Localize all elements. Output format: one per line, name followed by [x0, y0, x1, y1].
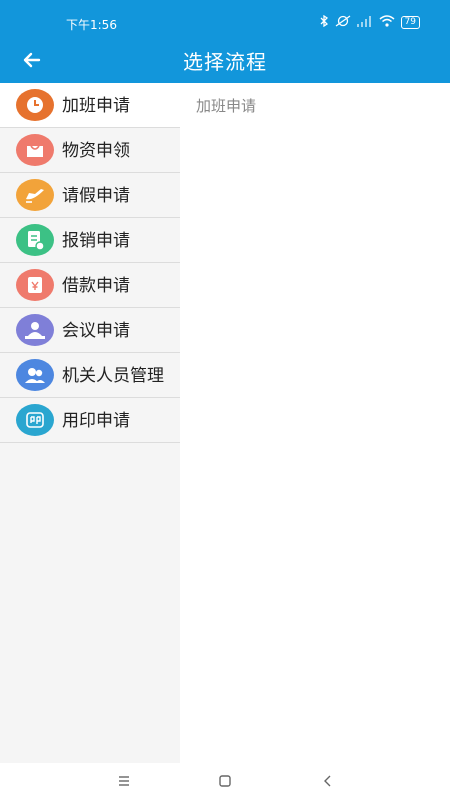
app-bar: 选择流程 — [0, 38, 450, 83]
sidebar-item-label: 会议申请 — [62, 320, 130, 341]
money-envelope-icon — [16, 269, 54, 301]
battery-icon: 79 — [400, 16, 420, 29]
stamp-icon — [16, 404, 54, 436]
meeting-icon — [16, 314, 54, 346]
alarm-off-icon — [335, 15, 351, 30]
sidebar: 加班申请 物资申领 请假申请 报销申请 借款申请 会议申请 机关人员管理 用印申… — [0, 83, 180, 763]
clock-icon — [16, 89, 54, 121]
people-icon — [16, 359, 54, 391]
sidebar-item-label: 物资申领 — [62, 140, 130, 161]
bag-icon — [16, 134, 54, 166]
sidebar-item-leave[interactable]: 请假申请 — [0, 173, 180, 218]
sidebar-item-overtime[interactable]: 加班申请 — [0, 83, 180, 128]
back-nav-icon[interactable] — [317, 771, 339, 791]
system-nav-bar — [0, 763, 450, 800]
status-icons: 79 — [319, 14, 420, 30]
status-bar: 下午1:56 79 — [0, 0, 450, 38]
airplane-icon — [16, 179, 54, 211]
sidebar-item-loan[interactable]: 借款申请 — [0, 263, 180, 308]
bluetooth-icon — [319, 14, 329, 30]
sidebar-item-label: 请假申请 — [62, 185, 130, 206]
page-title: 选择流程 — [183, 50, 267, 74]
section-title: 加班申请 — [196, 97, 257, 115]
content-panel: 加班申请 — [180, 83, 450, 763]
sidebar-item-label: 加班申请 — [62, 95, 130, 116]
signal-icon — [356, 15, 373, 30]
status-time: 下午1:56 — [66, 18, 117, 32]
home-icon[interactable] — [214, 771, 236, 791]
sidebar-item-label: 借款申请 — [62, 275, 130, 296]
sidebar-item-label: 机关人员管理 — [62, 365, 164, 386]
receipt-icon — [16, 224, 54, 256]
sidebar-item-label: 报销申请 — [62, 230, 130, 251]
sidebar-item-reimbursement[interactable]: 报销申请 — [0, 218, 180, 263]
sidebar-item-personnel[interactable]: 机关人员管理 — [0, 353, 180, 398]
sidebar-item-supplies[interactable]: 物资申领 — [0, 128, 180, 173]
sidebar-item-label: 用印申请 — [62, 410, 130, 431]
wifi-icon — [379, 15, 395, 30]
sidebar-item-meeting[interactable]: 会议申请 — [0, 308, 180, 353]
sidebar-item-seal[interactable]: 用印申请 — [0, 398, 180, 443]
menu-icon[interactable] — [113, 771, 135, 791]
